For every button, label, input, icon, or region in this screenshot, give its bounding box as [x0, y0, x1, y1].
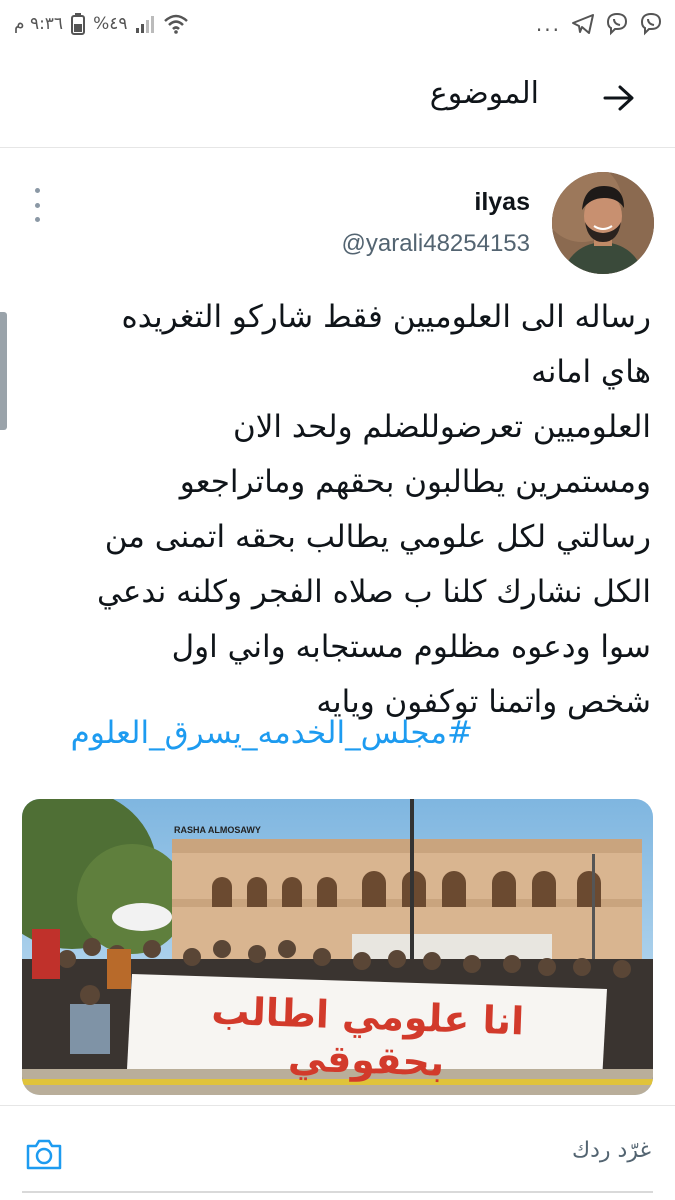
tweet-text: رساله الى العلوميين فقط شاركو التغريده ه…	[19, 290, 651, 730]
reply-bar: غرّد ردك	[0, 1105, 675, 1200]
camera-icon[interactable]	[24, 1134, 64, 1174]
avatar[interactable]	[552, 172, 654, 274]
tweet-line: رسالتي لكل علومي يطالب بحقه اتمنى من	[104, 519, 651, 555]
page-title: الموضوع	[429, 76, 539, 111]
viber-icon-2	[639, 12, 663, 36]
tweet-line: هاي امانه	[531, 354, 651, 390]
viber-icon	[605, 12, 629, 36]
tweet-media-image[interactable]: RASHA ALMOSAWY انا علومي اطالب بحقوقي	[22, 799, 653, 1095]
banner-text: انا علومي اطالب بحقوقي	[210, 988, 525, 1085]
reply-input[interactable]: غرّد ردك	[572, 1138, 651, 1163]
tweet-line: الكل نشارك كلنا ب صلاه الفجر وكلنه ندعي	[96, 574, 651, 610]
status-time: ٩:٣٦ م	[14, 14, 64, 34]
display-name[interactable]: ilyas	[474, 188, 530, 217]
user-handle[interactable]: @yarali48254153	[342, 230, 531, 258]
telegram-icon	[571, 13, 595, 35]
more-vertical-icon[interactable]	[26, 188, 48, 222]
image-watermark: RASHA ALMOSAWY	[174, 825, 261, 835]
signal-icon	[135, 14, 155, 34]
tweet-line: سوا ودعوه مظلوم مستجابه واني اول	[171, 629, 651, 665]
tweet-line: العلوميين تعرضوللضلم ولحد الان	[232, 409, 651, 445]
status-bar: ٩:٣٦ م %٤٩ ...	[0, 0, 675, 48]
top-bar: الموضوع	[0, 48, 675, 148]
tweet-line: رساله الى العلوميين فقط شاركو التغريده	[121, 299, 651, 335]
overflow-indicator: ...	[535, 12, 561, 36]
tweet-line: ومستمرين يطالبون بحقهم وماتراجعو	[179, 464, 651, 500]
tweet: ilyas @yarali48254153 رساله الى العلوميي…	[0, 150, 675, 1105]
battery-percent: %٤٩	[93, 14, 128, 34]
status-left: ٩:٣٦ م %٤٩	[14, 13, 189, 35]
hashtag-link[interactable]: #مجلس_الخدمه_يسرق_العلوم	[71, 715, 473, 751]
status-right: ...	[536, 12, 663, 36]
wifi-icon	[163, 13, 189, 35]
back-arrow-icon[interactable]	[599, 78, 639, 118]
reply-underline	[22, 1191, 653, 1193]
battery-icon	[71, 13, 86, 35]
